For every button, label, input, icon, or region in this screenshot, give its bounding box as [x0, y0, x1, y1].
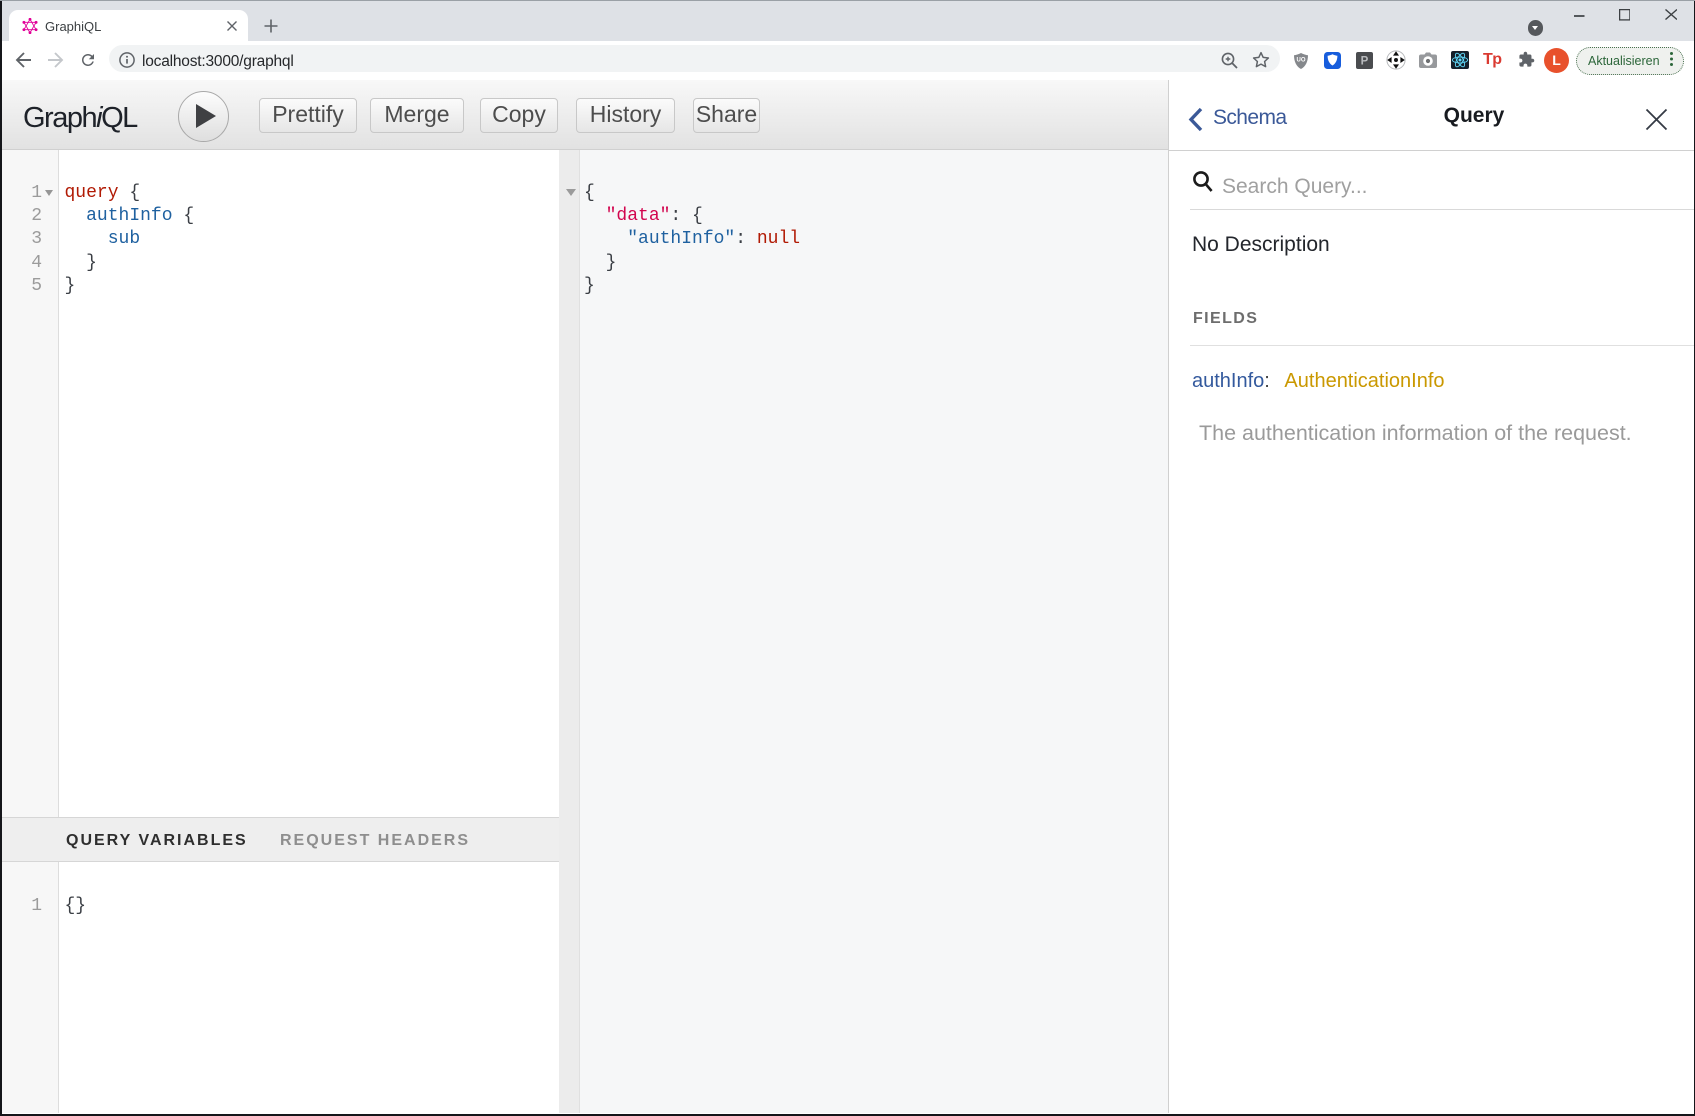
- svg-text:UO: UO: [1297, 58, 1306, 64]
- svg-text:P: P: [1361, 56, 1369, 68]
